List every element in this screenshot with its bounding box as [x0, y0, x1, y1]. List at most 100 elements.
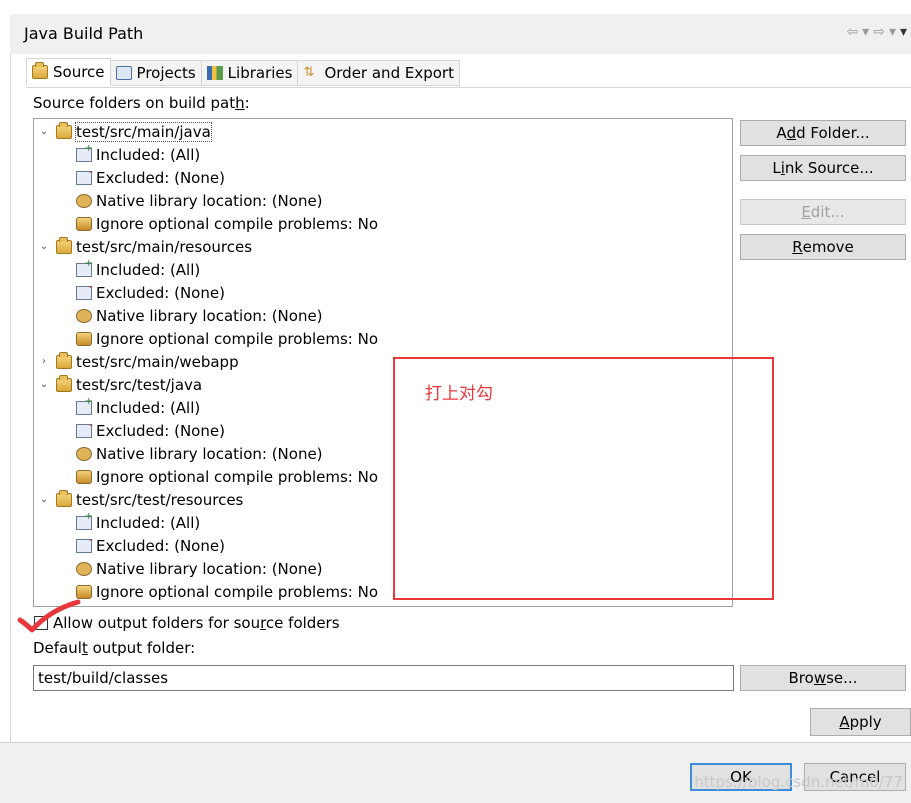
- chevron-down-icon[interactable]: ▾: [889, 24, 896, 40]
- folder-path: test/src/main/webapp: [76, 352, 239, 371]
- tree-attribute-item[interactable]: Ignore optional compile problems: No: [76, 212, 378, 235]
- tab-label: Libraries: [227, 64, 293, 82]
- projects-icon: [115, 66, 132, 80]
- remove-button[interactable]: Remove: [740, 234, 906, 260]
- chevron-right-icon[interactable]: ›: [38, 356, 50, 367]
- tree-attribute-item[interactable]: Included: (All): [76, 511, 200, 534]
- attribute-label: Excluded: (None): [96, 168, 225, 187]
- tree-attribute-item[interactable]: Excluded: (None): [76, 533, 225, 557]
- apply-button[interactable]: Apply: [810, 708, 911, 736]
- attribute-label: Excluded: (None): [96, 283, 225, 302]
- attribute-label: Native library location: (None): [96, 559, 323, 578]
- folder-path: test/src/test/java: [76, 375, 203, 394]
- tree-attribute-item[interactable]: Ignore optional compile problems: No: [76, 580, 378, 603]
- chevron-down-icon[interactable]: ⌄: [38, 126, 50, 137]
- tree-attribute-item[interactable]: Ignore optional compile problems: No: [76, 465, 378, 488]
- source-folder-icon: [32, 62, 48, 79]
- source-folder-icon: [56, 236, 72, 254]
- attribute-label: Included: (All): [96, 513, 201, 532]
- source-folder-icon: [56, 121, 72, 139]
- tree-attribute-item[interactable]: Excluded: (None): [76, 165, 225, 189]
- folder-path: test/src/test/resources: [76, 490, 244, 509]
- native-library-icon: [76, 308, 92, 323]
- tree-folder-item[interactable]: › test/src/main/webapp: [38, 350, 239, 373]
- tree-attribute-item[interactable]: Native library location: (None): [76, 189, 323, 212]
- tab-source[interactable]: Source: [26, 58, 111, 86]
- tree-attribute-item[interactable]: Excluded: (None): [76, 418, 225, 442]
- attribute-label: Native library location: (None): [96, 191, 323, 210]
- red-checkmark-icon: [17, 599, 81, 633]
- tab-projects[interactable]: Projects: [110, 60, 202, 86]
- tree-folder-item[interactable]: ⌄ test/src/main/resources: [38, 235, 252, 258]
- tree-attribute-item[interactable]: Included: (All): [76, 396, 200, 419]
- tree-folder-item[interactable]: ⌄ test/src/test/resources: [38, 488, 243, 511]
- native-library-icon: [76, 193, 92, 208]
- allow-output-folders-label[interactable]: Allow output folders for source folders: [53, 614, 340, 632]
- folder-path: test/src/main/java: [75, 121, 212, 142]
- tab-label: Order and Export: [324, 64, 454, 82]
- back-arrow-icon[interactable]: ⇦: [846, 24, 858, 40]
- source-folder-icon: [56, 351, 72, 369]
- included-filter-icon: [76, 396, 93, 415]
- attribute-label: Excluded: (None): [96, 536, 225, 555]
- tab-label: Projects: [136, 64, 196, 82]
- chevron-down-icon[interactable]: ⌄: [38, 494, 50, 505]
- attribute-label: Included: (All): [96, 145, 201, 164]
- history-nav: ⇦ ▾ ⇨ ▾ ▾: [846, 24, 907, 40]
- included-filter-icon: [76, 258, 93, 277]
- excluded-filter-icon: [76, 280, 93, 300]
- chevron-down-icon[interactable]: ▾: [862, 24, 869, 40]
- ignore-problems-icon: [76, 331, 92, 346]
- tree-attribute-item[interactable]: Excluded: (None): [76, 280, 225, 304]
- annotation-text: 打上对勾: [425, 384, 493, 404]
- tab-libraries[interactable]: Libraries: [201, 60, 299, 86]
- tree-attribute-item[interactable]: Included: (All): [76, 143, 200, 166]
- chevron-down-icon[interactable]: ⌄: [38, 379, 50, 390]
- ignore-problems-icon: [76, 469, 92, 484]
- libraries-icon: [206, 66, 223, 80]
- tree-attribute-item[interactable]: Included: (All): [76, 258, 200, 281]
- excluded-filter-icon: [76, 418, 93, 438]
- included-filter-icon: [76, 511, 93, 530]
- tree-folder-item[interactable]: ⌄ test/src/main/java: [38, 120, 212, 143]
- forward-arrow-icon[interactable]: ⇨: [873, 24, 885, 40]
- chevron-down-icon[interactable]: ⌄: [38, 241, 50, 252]
- attribute-label: Ignore optional compile problems: No: [96, 329, 379, 348]
- attribute-label: Included: (All): [96, 260, 201, 279]
- source-folder-icon: [56, 489, 72, 507]
- view-menu-icon[interactable]: ▾: [900, 24, 907, 40]
- attribute-label: Included: (All): [96, 398, 201, 417]
- page-title: Java Build Path: [24, 24, 144, 43]
- tab-label: Source: [53, 63, 105, 81]
- ignore-problems-icon: [76, 584, 92, 599]
- source-folders-label: Source folders on build path:: [33, 94, 250, 112]
- tree-attribute-item[interactable]: Native library location: (None): [76, 557, 323, 580]
- excluded-filter-icon: [76, 165, 93, 185]
- link-source-button[interactable]: Li nk Source...: [740, 155, 906, 181]
- tree-attribute-item[interactable]: Native library location: (None): [76, 304, 323, 327]
- ignore-problems-icon: [76, 216, 92, 231]
- native-library-icon: [76, 446, 92, 461]
- tree-folder-item[interactable]: ⌄ test/src/test/java: [38, 373, 202, 396]
- edit-button[interactable]: Edit...: [740, 199, 906, 225]
- tab-order-export[interactable]: ⇅ Order and Export: [298, 60, 460, 86]
- tab-bar: Source Projects Libraries ⇅ Order and Ex…: [26, 58, 460, 87]
- add-folder-button[interactable]: Add Folder...: [740, 120, 906, 146]
- attribute-label: Native library location: (None): [96, 306, 323, 325]
- default-output-folder-label: Default output folder:: [33, 639, 196, 657]
- browse-button[interactable]: Bro w se...: [740, 665, 906, 691]
- default-output-folder-field[interactable]: test/build/classes: [33, 665, 734, 691]
- tree-attribute-item[interactable]: Ignore optional compile problems: No: [76, 327, 378, 350]
- excluded-filter-icon: [76, 533, 93, 553]
- dialog-header: Java Build Path ⇦ ▾ ⇨ ▾ ▾: [10, 14, 911, 54]
- watermark: https://blog.csdn.net/m0/77: [694, 773, 903, 791]
- attribute-label: Ignore optional compile problems: No: [96, 582, 379, 601]
- folder-path: test/src/main/resources: [76, 237, 253, 256]
- source-folder-icon: [56, 374, 72, 392]
- included-filter-icon: [76, 143, 93, 162]
- attribute-label: Excluded: (None): [96, 421, 225, 440]
- tree-attribute-item[interactable]: Native library location: (None): [76, 442, 323, 465]
- attribute-label: Native library location: (None): [96, 444, 323, 463]
- attribute-label: Ignore optional compile problems: No: [96, 467, 379, 486]
- native-library-icon: [76, 561, 92, 576]
